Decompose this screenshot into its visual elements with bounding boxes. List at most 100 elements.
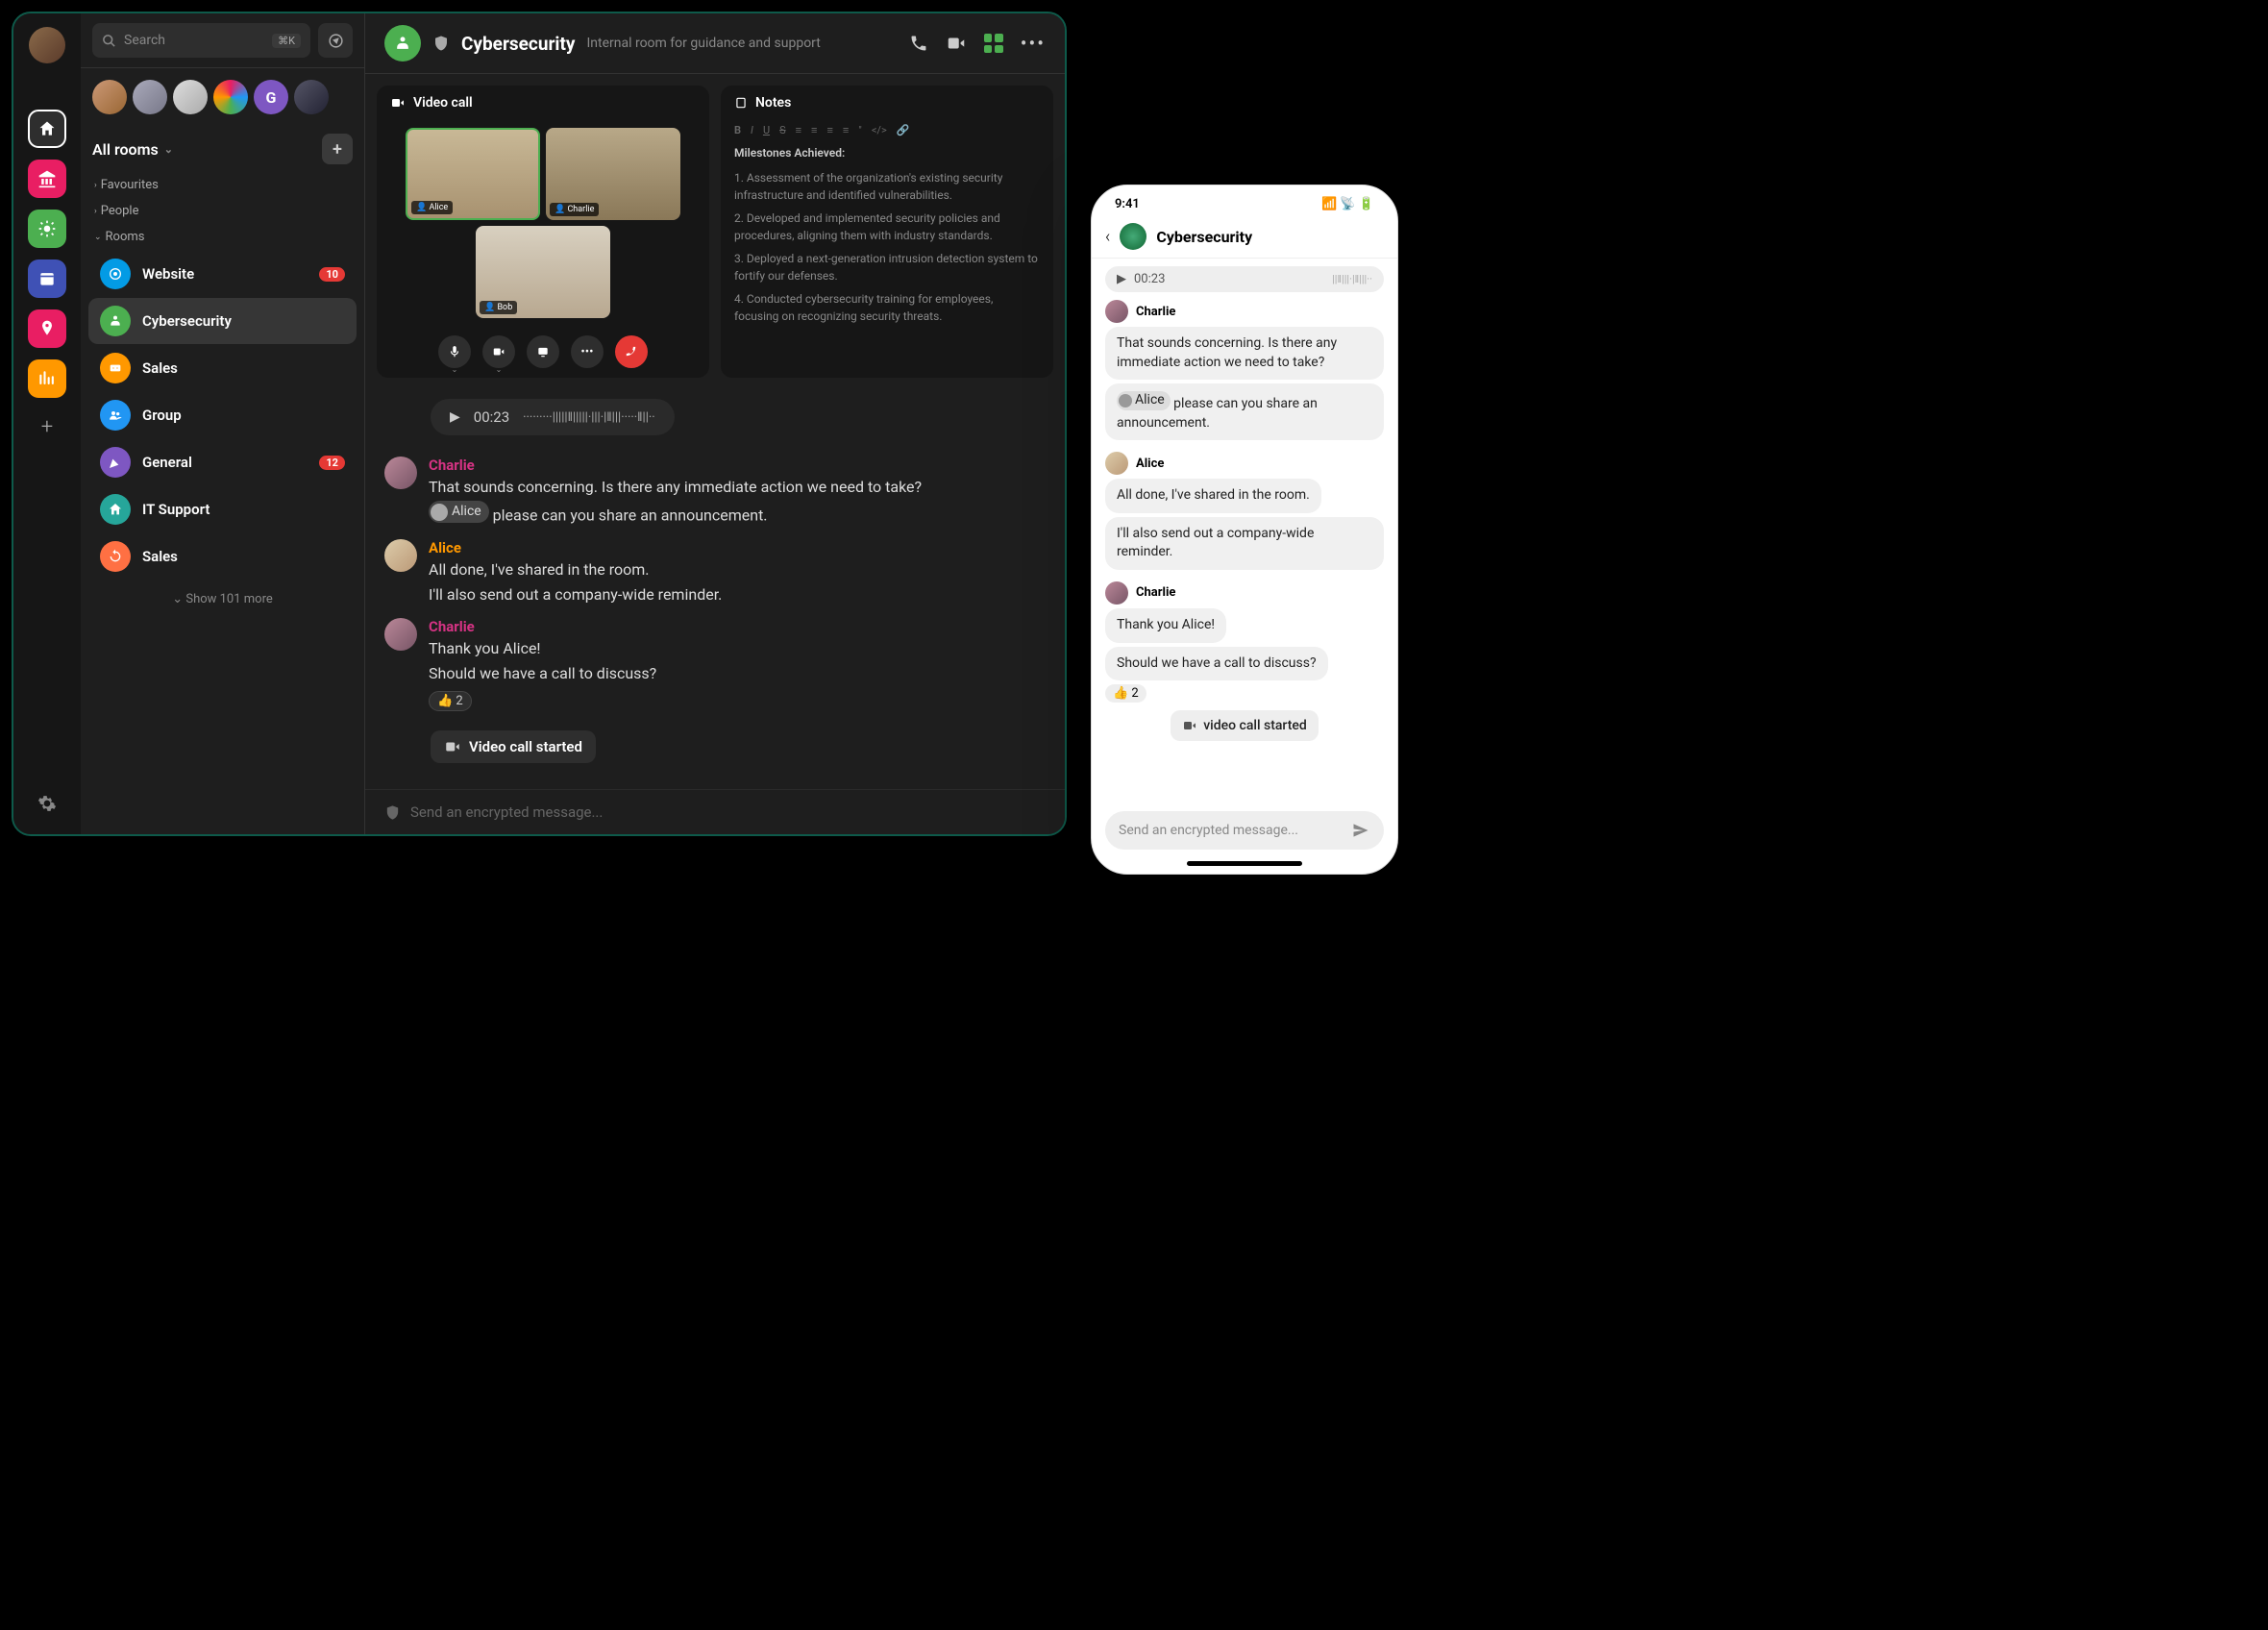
video-panel: Video call 👤 Alice 👤 Charlie 👤 Bob ⌄ ⌄ •… (377, 86, 709, 378)
video-icon (390, 95, 406, 111)
room-item-it support[interactable]: IT Support (88, 486, 357, 532)
message: Charlie Thank you Alice!Should we have a … (384, 618, 1046, 711)
room-description: Internal room for guidance and support (586, 36, 820, 51)
message-text: Thank you Alice! (429, 637, 1046, 660)
avatar[interactable] (1105, 581, 1128, 605)
mobile-app: 9:41 📶 📡 🔋 ‹ Cybersecurity ▶00:23||‖|||·… (1091, 185, 1398, 875)
send-icon[interactable] (1351, 821, 1370, 840)
message-list: ▶ 00:23 ·········|||||‖|||||·|||·|‖|||··… (365, 389, 1065, 789)
message-text: All done, I've shared in the room. (429, 558, 1046, 581)
dm-avatar[interactable] (213, 80, 248, 114)
mobile-header: ‹ Cybersecurity (1092, 215, 1397, 259)
more-icon[interactable]: ••• (1021, 32, 1046, 55)
mention-pill[interactable]: Alice (429, 501, 489, 523)
message-text: I'll also send out a company-wide remind… (429, 583, 1046, 606)
home-indicator (1187, 861, 1302, 866)
call-icon[interactable] (909, 34, 928, 53)
audio-duration: 00:23 (474, 408, 509, 426)
message-bubble: I'll also send out a company-wide remind… (1105, 517, 1384, 570)
avatar[interactable] (384, 618, 417, 651)
more-button[interactable]: ••• (571, 335, 604, 368)
avatar[interactable] (1105, 300, 1128, 323)
user-avatar[interactable] (29, 27, 65, 63)
show-more-button[interactable]: Show 101 more (81, 580, 364, 618)
shield-icon (432, 35, 450, 52)
room-item-sales[interactable]: Sales (88, 345, 357, 391)
play-icon[interactable]: ▶ (450, 409, 460, 425)
hangup-button[interactable] (615, 335, 648, 368)
avatar[interactable] (384, 457, 417, 489)
room-title: Cybersecurity (461, 33, 575, 55)
room-name: Cybersecurity (142, 312, 232, 330)
dm-avatar[interactable] (294, 80, 329, 114)
video-panel-title: Video call (413, 95, 473, 111)
cam-button[interactable]: ⌄ (482, 335, 515, 368)
room-item-sales[interactable]: Sales (88, 533, 357, 580)
explore-button[interactable] (318, 23, 353, 58)
nav-calendar[interactable] (28, 259, 66, 298)
mobile-room-title[interactable]: Cybersecurity (1156, 228, 1252, 246)
nav-bank[interactable] (28, 160, 66, 198)
room-item-group[interactable]: Group (88, 392, 357, 438)
avatar[interactable] (384, 539, 417, 572)
message-composer[interactable]: Send an encrypted message... (365, 789, 1065, 834)
nav-sun[interactable] (28, 210, 66, 248)
message-bubble: Alice please can you share an announceme… (1105, 383, 1384, 440)
audio-message[interactable]: ▶00:23||‖|||·|‖|||·· (1105, 266, 1384, 292)
room-icon (100, 494, 131, 525)
nav-chart[interactable] (28, 359, 66, 398)
reaction[interactable]: 👍 2 (1105, 684, 1146, 703)
notes-toolbar[interactable]: BIUS≡≡≡≡"</>🔗 (721, 120, 1053, 144)
category-rooms[interactable]: ⌄Rooms (81, 224, 364, 250)
video-tile-alice[interactable]: 👤 Alice (406, 128, 540, 220)
mobile-composer[interactable]: Send an encrypted message... (1105, 811, 1384, 850)
add-room-button[interactable]: + (322, 134, 353, 164)
video-tile-charlie[interactable]: 👤 Charlie (546, 128, 680, 220)
search-input[interactable]: Search ⌘K (92, 23, 310, 58)
message-text: That sounds concerning. Is there any imm… (429, 476, 1046, 499)
all-rooms-header[interactable]: All rooms⌄ + (81, 126, 364, 172)
video-tile-bob[interactable]: 👤 Bob (476, 226, 610, 318)
audio-message[interactable]: ▶ 00:23 ·········|||||‖|||||·|||·|‖|||··… (431, 399, 675, 435)
share-button[interactable] (527, 335, 559, 368)
search-placeholder: Search (124, 33, 165, 48)
message-text: Should we have a call to discuss? (429, 662, 1046, 685)
room-name: Sales (142, 359, 178, 377)
room-item-cybersecurity[interactable]: Cybersecurity (88, 298, 357, 344)
shield-icon (384, 804, 401, 821)
room-item-general[interactable]: General12 (88, 439, 357, 485)
room-icon (100, 259, 131, 289)
composer-placeholder: Send an encrypted message... (1119, 823, 1298, 838)
category-people[interactable]: ›People (81, 198, 364, 224)
dm-avatar[interactable]: G (254, 80, 288, 114)
nav-pin[interactable] (28, 309, 66, 348)
nav-add[interactable]: + (41, 415, 53, 439)
avatar[interactable] (1105, 452, 1128, 475)
dm-avatar[interactable] (173, 80, 208, 114)
video-icon[interactable] (946, 33, 967, 54)
video-call-event[interactable]: Video call started (431, 730, 596, 763)
nav-home[interactable] (28, 110, 66, 148)
sidebar: Search ⌘K G All rooms⌄ + ›Favourites ›Pe… (81, 13, 365, 834)
video-call-event[interactable]: video call started (1171, 710, 1319, 741)
dm-avatar[interactable] (133, 80, 167, 114)
message: AliceAll done, I've shared in the room.I… (384, 539, 1046, 606)
category-favourites[interactable]: ›Favourites (81, 172, 364, 198)
reaction[interactable]: 👍 2 (429, 691, 472, 711)
mention-pill[interactable]: Alice (1117, 391, 1171, 410)
mobile-messages: ▶00:23||‖|||·|‖|||·· CharlieThat sounds … (1092, 259, 1397, 803)
settings-icon[interactable] (37, 794, 57, 817)
unread-badge: 12 (319, 456, 345, 470)
room-item-website[interactable]: Website10 (88, 251, 357, 297)
apps-icon[interactable] (984, 34, 1003, 53)
notes-body[interactable]: Milestones Achieved: 1. Assessment of th… (721, 144, 1053, 336)
message-author: Charlie (429, 618, 1046, 635)
message-bubble: That sounds concerning. Is there any imm… (1105, 327, 1384, 380)
main-panel: Cybersecurity Internal room for guidance… (365, 13, 1065, 834)
room-name: Website (142, 265, 194, 283)
mic-button[interactable]: ⌄ (438, 335, 471, 368)
room-icon (100, 400, 131, 431)
message: CharlieThat sounds concerning. Is there … (384, 457, 1046, 528)
back-button[interactable]: ‹ (1105, 227, 1110, 247)
dm-avatar[interactable] (92, 80, 127, 114)
